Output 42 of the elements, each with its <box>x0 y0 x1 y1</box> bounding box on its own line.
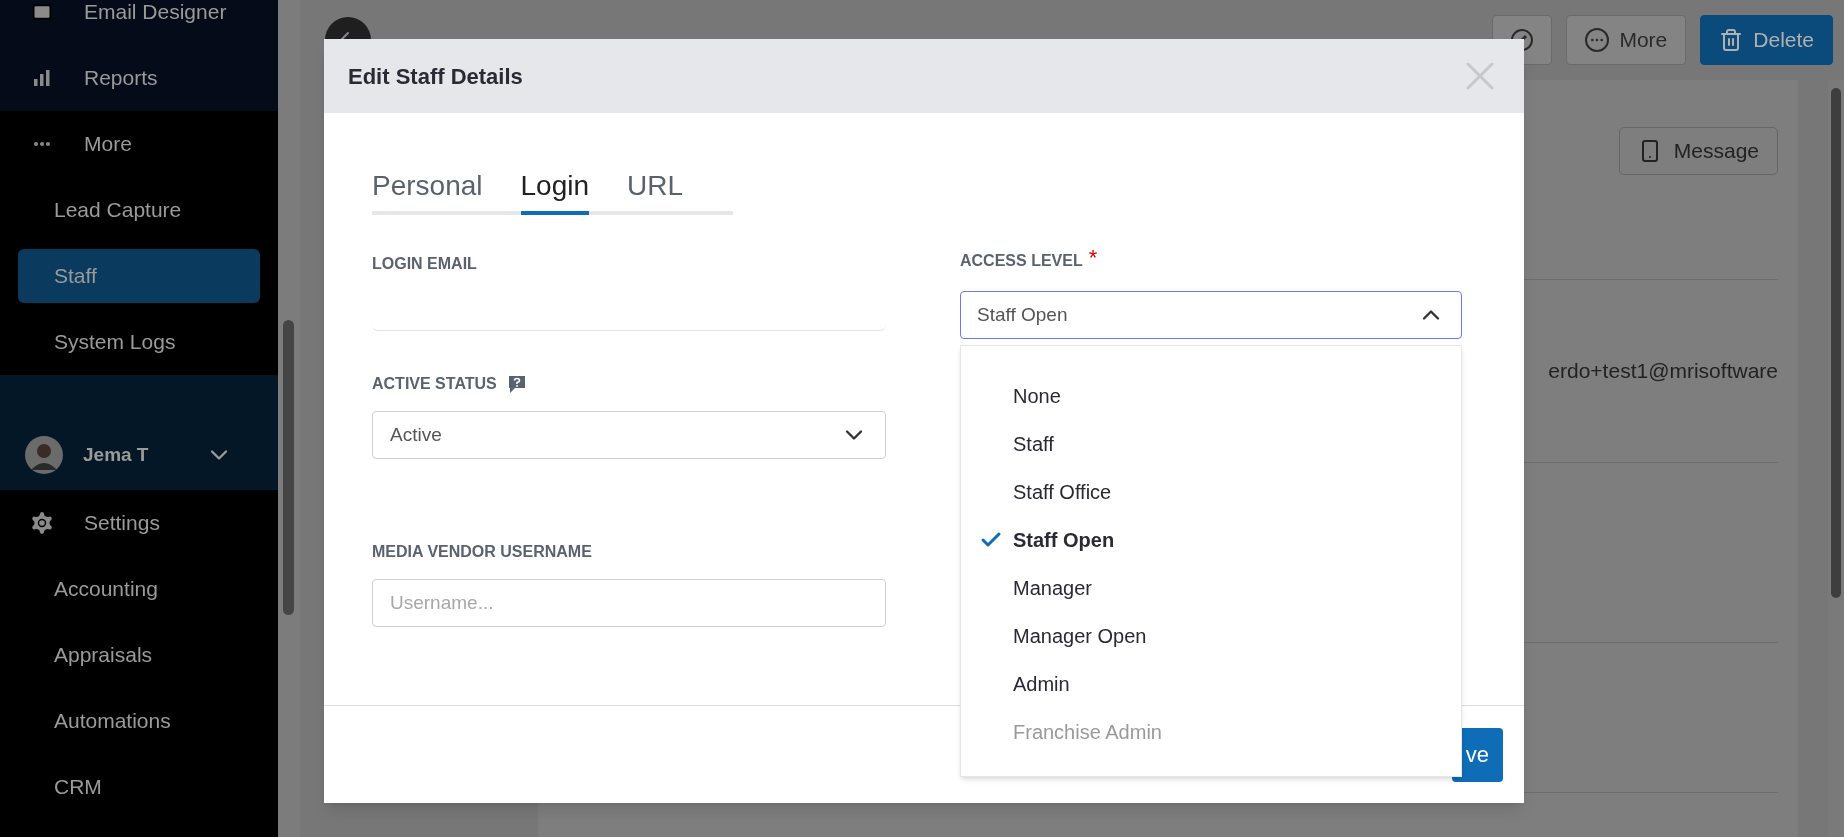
bar-chart-icon <box>33 69 51 87</box>
status-select[interactable]: Active <box>372 411 886 459</box>
field-label: MEDIA VENDOR USERNAME <box>372 542 592 562</box>
field-label: ACTIVE STATUS <box>372 374 497 394</box>
sidebar-item[interactable]: Automations <box>18 694 260 748</box>
mail-icon <box>32 2 52 22</box>
sidebar-item[interactable]: Email Designer <box>0 0 278 45</box>
sidebar-item[interactable]: Settings <box>0 490 278 556</box>
user-name: Jema T <box>83 442 149 467</box>
delete-button[interactable]: Delete <box>1700 15 1833 65</box>
sidebar-item[interactable]: Appraisals <box>18 628 260 682</box>
dropdown-option[interactable]: Manager Open <box>961 612 1461 660</box>
dialog-title: Edit Staff Details <box>348 62 523 91</box>
sidebar-item[interactable]: CRM <box>18 760 260 814</box>
dropdown-option[interactable]: Staff <box>961 420 1461 468</box>
sidebar-item[interactable]: Accounting <box>18 562 260 616</box>
more-button[interactable]: More <box>1566 15 1687 65</box>
trash-icon <box>1719 28 1744 52</box>
required-mark: * <box>1088 249 1098 267</box>
field-label: ACCESS LEVEL <box>960 251 1083 271</box>
more-icon <box>34 142 50 146</box>
sidebar-item[interactable]: More <box>0 111 278 177</box>
more-icon <box>1585 28 1610 52</box>
sidebar-item[interactable]: Staff <box>18 249 260 303</box>
sidebar-item[interactable]: Lead Capture <box>18 183 260 237</box>
dropdown-option[interactable]: Staff Open <box>961 516 1461 564</box>
username-field[interactable]: Username... <box>372 579 886 627</box>
dropdown-option[interactable]: Staff Office <box>961 468 1461 516</box>
field-label: LOGIN EMAIL <box>372 254 477 274</box>
sidebar-item[interactable]: Reports <box>0 45 278 111</box>
tab[interactable]: URL <box>627 165 684 215</box>
dropdown-option[interactable]: None <box>961 372 1461 420</box>
avatar <box>25 436 63 474</box>
dropdown-option[interactable]: Admin <box>961 660 1461 708</box>
sidebar-scrollbar[interactable] <box>278 0 300 837</box>
email-text: erdo+test1@mrisoftware <box>1548 358 1778 385</box>
tab[interactable]: Personal <box>372 165 483 215</box>
sidebar-item[interactable]: System Logs <box>18 315 260 369</box>
dropdown-option[interactable]: Manager <box>961 564 1461 612</box>
access-level-select[interactable]: Staff Open <box>960 291 1462 339</box>
tab[interactable]: Login <box>520 165 590 215</box>
message-button[interactable]: Message <box>1618 127 1778 175</box>
